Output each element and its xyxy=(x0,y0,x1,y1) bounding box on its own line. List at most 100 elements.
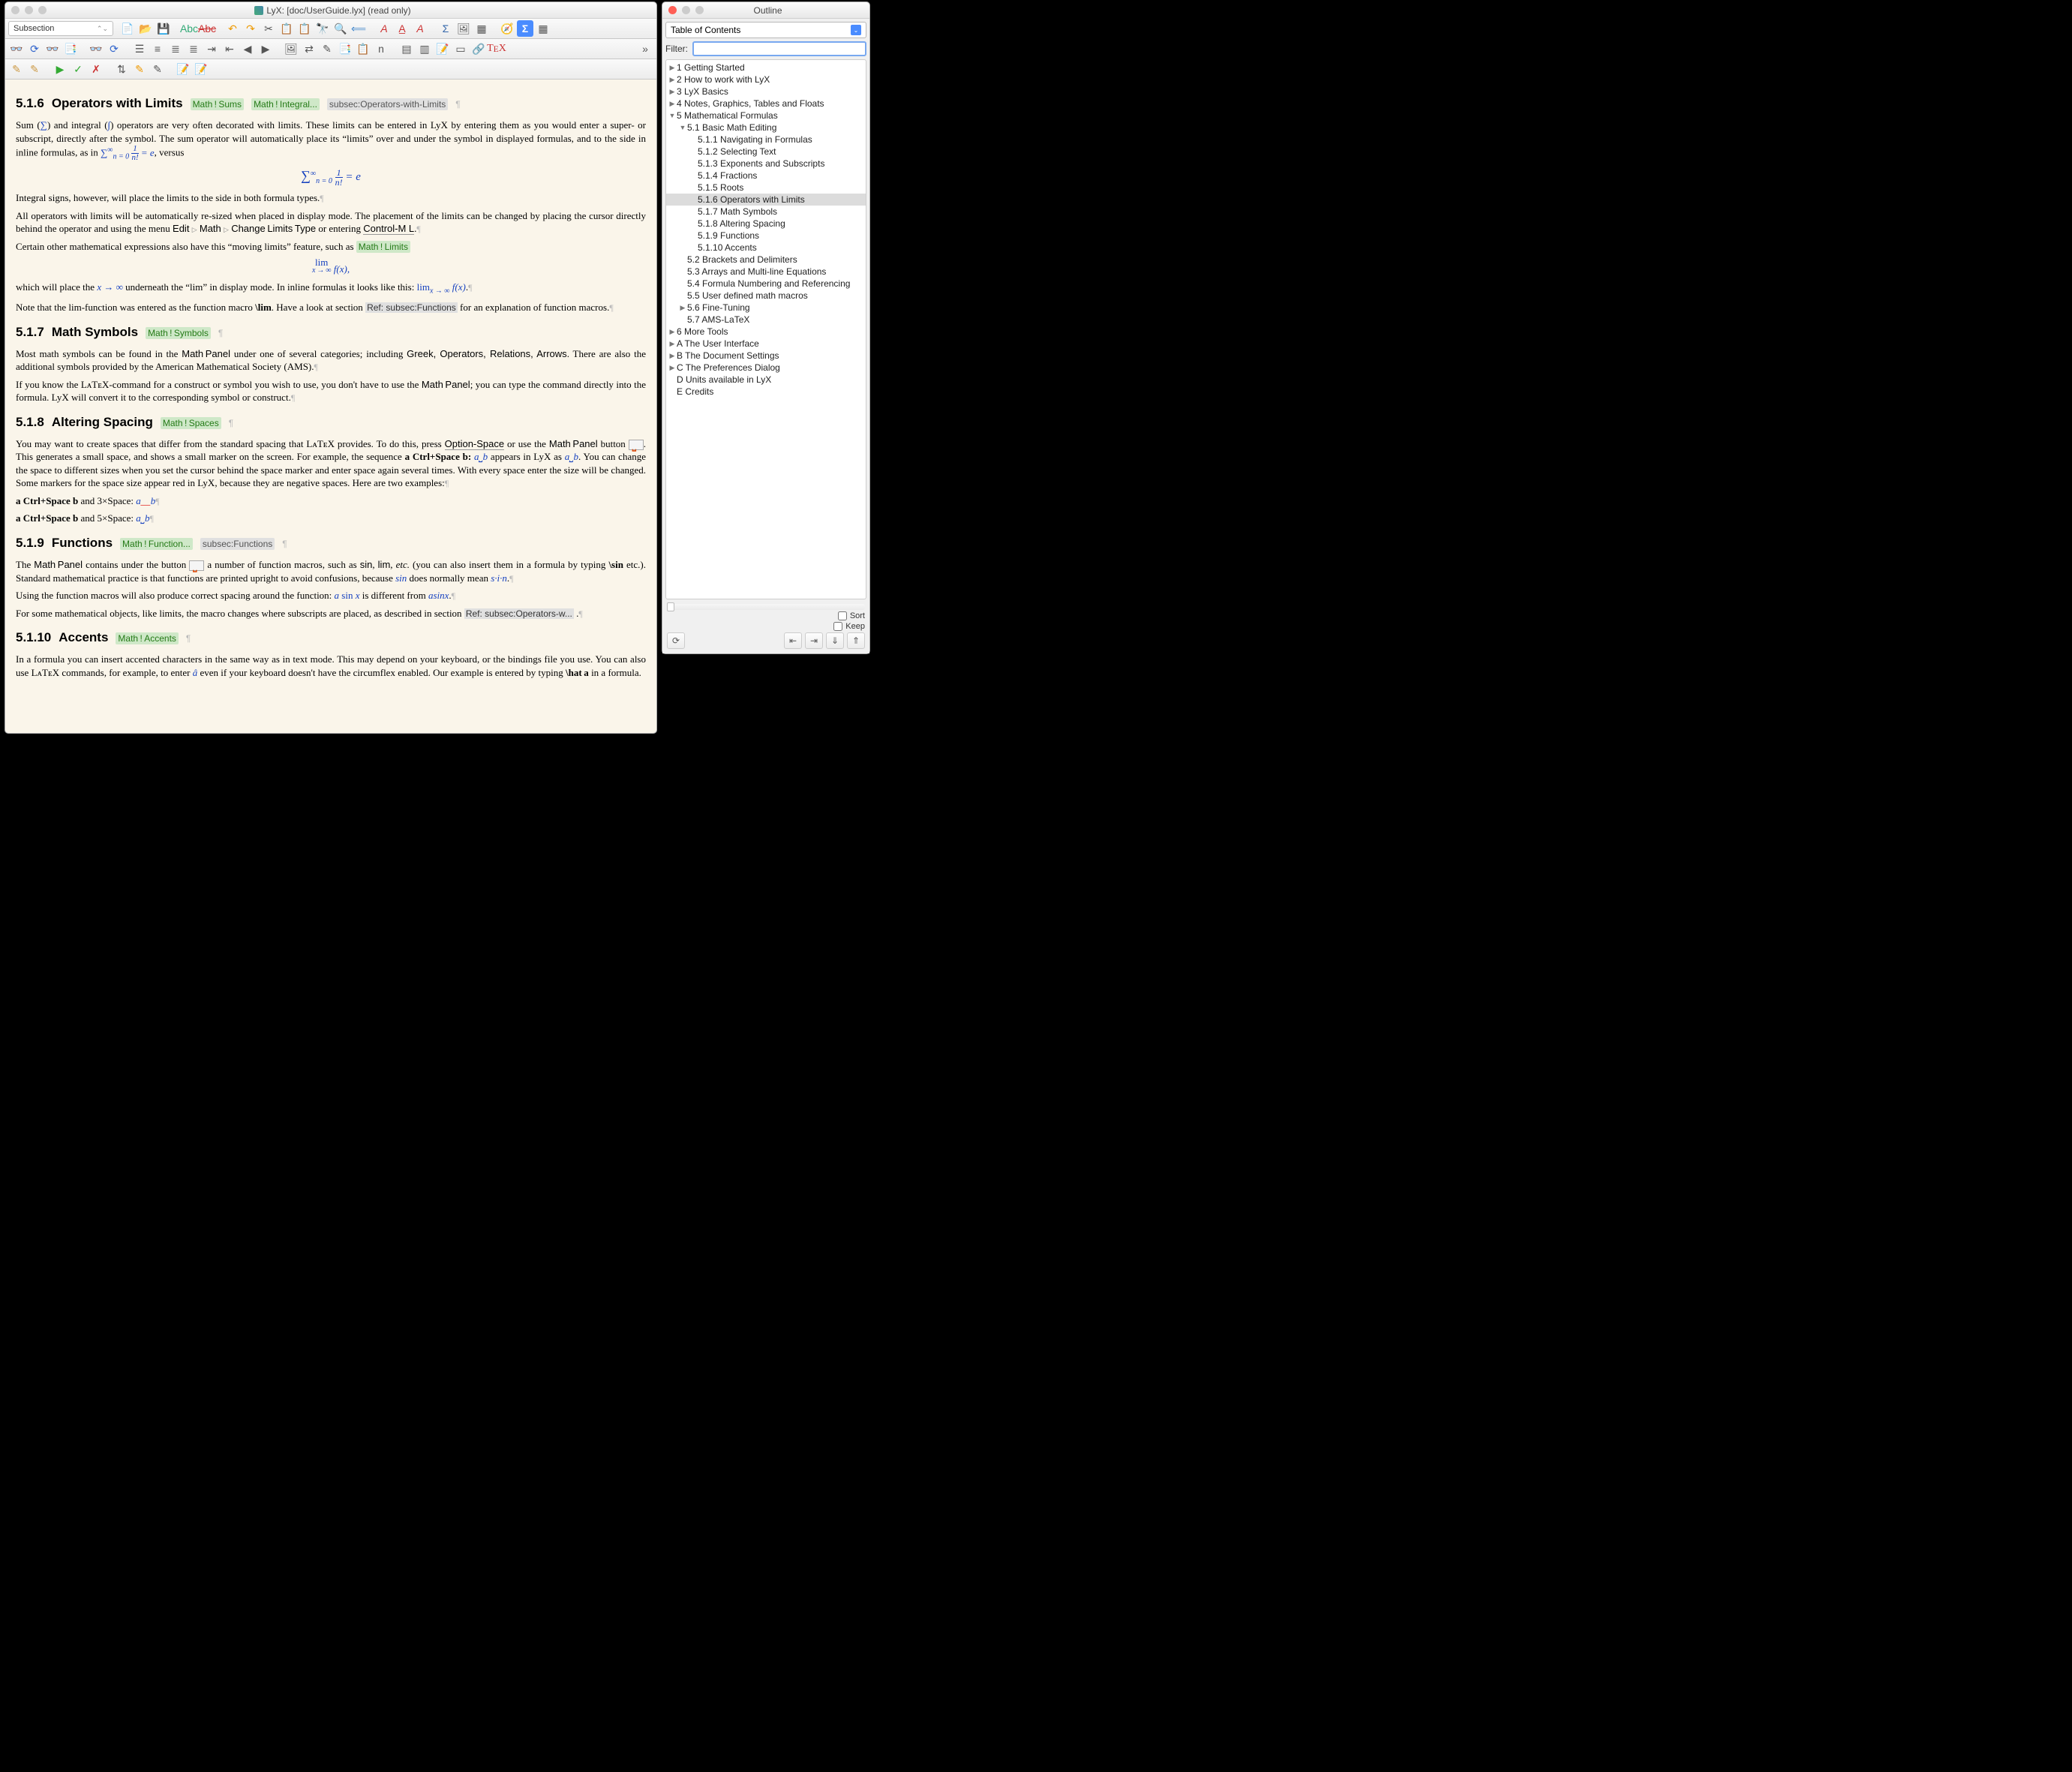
refresh-icon[interactable]: ⟳ xyxy=(26,41,43,57)
move-down-button[interactable]: ⇓ xyxy=(826,632,844,649)
citation-icon[interactable]: ✎ xyxy=(319,41,335,57)
math-panel-icon[interactable]: Σ xyxy=(517,20,533,37)
close-icon[interactable] xyxy=(668,6,677,14)
insert-table-icon[interactable]: ▦ xyxy=(473,20,490,37)
space-button-icon[interactable] xyxy=(629,440,644,450)
show-changes-icon[interactable]: ✎ xyxy=(26,61,43,77)
tree-item[interactable]: ▼5.1 Basic Math Editing xyxy=(666,122,866,134)
refresh-outline-button[interactable]: ⟳ xyxy=(667,632,685,649)
depth-slider[interactable] xyxy=(667,604,865,610)
indent-dec-icon[interactable]: ⇤ xyxy=(221,41,238,57)
tree-item[interactable]: 5.2 Brackets and Delimiters xyxy=(666,254,866,266)
bullet-list-icon[interactable]: ☰ xyxy=(131,41,148,57)
accept-change-icon[interactable]: ✓ xyxy=(70,61,86,77)
disclosure-icon[interactable]: ▶ xyxy=(668,64,677,72)
toc-type-combo[interactable]: Table of Contents⌄ xyxy=(665,22,866,38)
save-file-icon[interactable]: 💾 xyxy=(155,20,172,37)
font-style-icon[interactable]: A xyxy=(412,20,428,37)
track-changes-icon[interactable]: ✎ xyxy=(8,61,25,77)
tree-item[interactable]: ▶5.6 Fine-Tuning xyxy=(666,302,866,314)
tree-item[interactable]: 5.1.9 Functions xyxy=(666,230,866,242)
disclosure-icon[interactable]: ▶ xyxy=(668,340,677,348)
index-tag[interactable]: Math ! Accents xyxy=(116,632,179,644)
disclosure-icon[interactable]: ▼ xyxy=(678,124,687,131)
tree-item[interactable]: 5.3 Arrays and Multi-line Equations xyxy=(666,266,866,278)
index-icon[interactable]: 📑 xyxy=(337,41,353,57)
tree-item[interactable]: 5.1.4 Fractions xyxy=(666,170,866,182)
redo-icon[interactable]: ↷ xyxy=(242,20,259,37)
paragraph-style-combo[interactable]: Subsection⌃⌄ xyxy=(8,21,113,36)
tree-item[interactable]: ▶C The Preferences Dialog xyxy=(666,362,866,374)
index-tag[interactable]: Math ! Symbols xyxy=(146,327,211,339)
tree-item[interactable]: ▶2 How to work with LyX xyxy=(666,74,866,86)
minimize-icon[interactable] xyxy=(682,6,690,14)
noun-icon[interactable]: A̲ xyxy=(394,20,410,37)
cross-ref[interactable]: Ref: subsec:Functions xyxy=(365,302,458,313)
find-replace-icon[interactable]: 🔭 xyxy=(314,20,331,37)
tree-item[interactable]: ▼5 Mathematical Formulas xyxy=(666,110,866,122)
spellcheck-off-icon[interactable]: Abc xyxy=(199,20,215,37)
document-area[interactable]: 5.1.6 Operators with Limits Math ! Sums … xyxy=(5,80,656,733)
tree-item[interactable]: 5.1.3 Exponents and Subscripts xyxy=(666,158,866,170)
grid-icon[interactable]: ▦ xyxy=(535,20,551,37)
master-doc-icon[interactable]: 📑 xyxy=(62,41,79,57)
list-icon[interactable]: ≣ xyxy=(167,41,184,57)
number-list-icon[interactable]: ≡ xyxy=(149,41,166,57)
main-titlebar[interactable]: LyX: [doc/UserGuide.lyx] (read only) xyxy=(5,2,656,19)
disclosure-icon[interactable]: ▶ xyxy=(678,304,687,312)
copy-icon[interactable]: 📋 xyxy=(278,20,295,37)
comment-icon[interactable]: 📝 xyxy=(434,41,451,57)
disclosure-icon[interactable]: ▶ xyxy=(668,100,677,108)
disclosure-icon[interactable]: ▶ xyxy=(668,88,677,96)
disclosure-icon[interactable]: ▶ xyxy=(668,76,677,84)
index-tag[interactable]: Math ! Sums xyxy=(191,98,245,110)
reject-change-icon[interactable]: ✗ xyxy=(88,61,104,77)
hyperlink-icon[interactable]: 🔗 xyxy=(470,41,487,57)
next-note-icon[interactable]: 📝 xyxy=(193,61,209,77)
tree-item[interactable]: E Credits xyxy=(666,386,866,398)
math-sum-icon[interactable]: Σ xyxy=(437,20,454,37)
disclosure-icon[interactable]: ▶ xyxy=(668,364,677,372)
zoom-icon[interactable] xyxy=(38,6,47,14)
functions-button-icon[interactable] xyxy=(189,560,204,571)
tree-item[interactable]: 5.1.6 Operators with Limits xyxy=(666,194,866,206)
tree-item[interactable]: ▶A The User Interface xyxy=(666,338,866,350)
outline-toggle-icon[interactable]: 🧭 xyxy=(499,20,515,37)
cut-icon[interactable]: ✂ xyxy=(260,20,277,37)
indent-inc-icon[interactable]: ⇥ xyxy=(203,41,220,57)
undo-icon[interactable]: ↶ xyxy=(224,20,241,37)
next-change-icon[interactable]: ▶ xyxy=(52,61,68,77)
outline-titlebar[interactable]: Outline xyxy=(662,2,869,19)
tree-item[interactable]: ▶4 Notes, Graphics, Tables and Floats xyxy=(666,98,866,110)
tree-item[interactable]: ▶B The Document Settings xyxy=(666,350,866,362)
emph-icon[interactable]: A xyxy=(376,20,392,37)
tree-item[interactable]: D Units available in LyX xyxy=(666,374,866,386)
tree-item[interactable]: 5.1.7 Math Symbols xyxy=(666,206,866,218)
indent-icon[interactable]: ▶ xyxy=(257,41,274,57)
paste-icon[interactable]: 📋 xyxy=(296,20,313,37)
tree-item[interactable]: ▶3 LyX Basics xyxy=(666,86,866,98)
open-file-icon[interactable]: 📂 xyxy=(137,20,154,37)
insert-graphic-icon[interactable]: 🖼 xyxy=(455,20,472,37)
margin-note-icon[interactable]: ▤ xyxy=(398,41,415,57)
nav-back-icon[interactable]: ⟸ xyxy=(350,20,367,37)
zoom-icon[interactable] xyxy=(695,6,704,14)
outdent-icon[interactable]: ◀ xyxy=(239,41,256,57)
tree-item[interactable]: 5.1.10 Accents xyxy=(666,242,866,254)
tree-item[interactable]: 5.5 User defined math macros xyxy=(666,290,866,302)
tree-item[interactable]: 5.1.5 Roots xyxy=(666,182,866,194)
filter-input[interactable] xyxy=(692,41,866,56)
index-tag[interactable]: Math ! Spaces xyxy=(161,417,221,429)
promote-button[interactable]: ⇤ xyxy=(784,632,802,649)
nomencl-icon[interactable]: 📋 xyxy=(355,41,371,57)
cross-ref-icon[interactable]: ⇄ xyxy=(301,41,317,57)
minimize-icon[interactable] xyxy=(25,6,33,14)
demote-button[interactable]: ⇥ xyxy=(805,632,823,649)
glasses1-icon[interactable]: 👓 xyxy=(8,41,25,57)
search-icon[interactable]: 🔍 xyxy=(332,20,349,37)
glasses3-icon[interactable]: 👓 xyxy=(88,41,104,57)
tool-x-icon[interactable]: ✎ xyxy=(149,61,166,77)
close-icon[interactable] xyxy=(11,6,20,14)
box-icon[interactable]: ▭ xyxy=(452,41,469,57)
label-tag[interactable]: subsec:Functions xyxy=(200,538,275,550)
